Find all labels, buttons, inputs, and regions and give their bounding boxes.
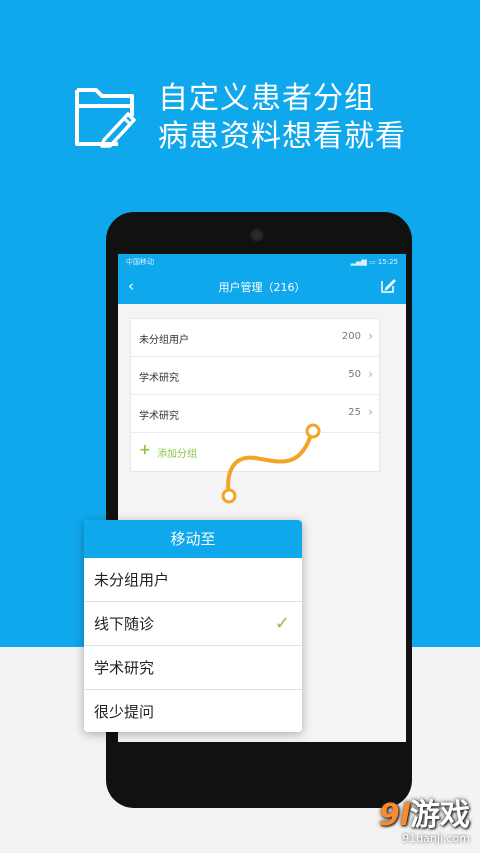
move-option[interactable]: 学术研究 [84,646,302,690]
group-count: 50 [348,369,361,380]
move-option-label: 学术研究 [94,659,155,677]
carrier-label: 中国移动 [126,258,154,266]
clock: 15:25 [377,258,398,266]
status-bar: 中国移动 ▂▄▆ ▭ 15:25 [118,254,406,270]
dialog-title: 移动至 [84,520,302,558]
group-name: 学术研究 [139,411,179,422]
app-bar: ‹ 用户管理（216） [118,270,406,304]
edit-icon[interactable] [380,278,396,294]
group-name: 学术研究 [139,373,179,384]
group-row[interactable]: 学术研究 50 › [131,357,379,395]
headline: 自定义患者分组 病患资料想看就看 [158,80,406,156]
add-group-label: 添加分组 [157,449,197,460]
group-row[interactable]: 学术研究 25 › [131,395,379,433]
group-row[interactable]: 未分组用户 200 › [131,319,379,357]
status-right: ▂▄▆ ▭ 15:25 [350,258,398,266]
chevron-right-icon: › [368,329,373,343]
watermark: 9l游戏 91danji.com [378,798,470,846]
plus-icon: + [139,442,151,458]
check-icon: ✓ [274,613,290,634]
group-count: 200 [341,331,361,342]
move-option-label: 很少提问 [94,703,155,721]
move-to-dialog: 移动至 未分组用户 线下随诊 ✓ 学术研究 很少提问 [84,520,302,732]
move-option[interactable]: 很少提问 [84,690,302,732]
move-option[interactable]: 未分组用户 [84,558,302,602]
watermark-logo: 9l游戏 [378,798,470,833]
page-title: 用户管理（216） [218,281,306,294]
watermark-url: 91danji.com [402,832,470,845]
group-count: 25 [348,407,361,418]
chevron-right-icon: › [368,367,373,381]
add-group-button[interactable]: + 添加分组 [131,433,379,471]
headline-line1: 自定义患者分组 [158,81,375,116]
group-list: 未分组用户 200 › 学术研究 50 › 学术研究 25 › + 添加分组 [130,318,380,472]
move-option-label: 未分组用户 [94,571,170,589]
phone-camera [250,228,264,242]
move-option-label: 线下随诊 [94,615,155,633]
folder-edit-icon [75,88,136,148]
headline-line2: 病患资料想看就看 [158,119,406,154]
move-option[interactable]: 线下随诊 ✓ [84,602,302,646]
chevron-right-icon: › [368,405,373,419]
group-name: 未分组用户 [139,335,189,346]
